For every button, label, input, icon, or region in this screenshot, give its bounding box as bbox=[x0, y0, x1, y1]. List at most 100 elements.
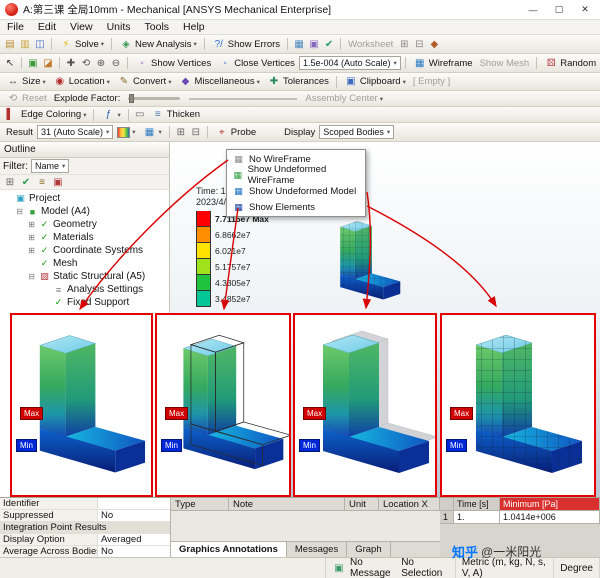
slider-thumb[interactable] bbox=[129, 94, 134, 103]
close-vertices-button[interactable]: ◦ Close Vertices bbox=[215, 56, 298, 71]
min-annotation-icon[interactable]: ⊟ bbox=[189, 125, 203, 140]
assembly-center-button[interactable]: Assembly Center ▾ bbox=[302, 93, 386, 104]
detail-row-identifier[interactable]: Identifier bbox=[0, 498, 170, 510]
column-header-note[interactable]: Note bbox=[229, 498, 345, 510]
expand-icon[interactable]: ⊞ bbox=[27, 233, 36, 242]
result-scale-combo[interactable]: 31 (Auto Scale) ▾ bbox=[37, 125, 113, 139]
miscellaneous-button[interactable]: ◆ Miscellaneous ▾ bbox=[175, 74, 262, 89]
scoped-bodies-combo[interactable]: Scoped Bodies ▾ bbox=[319, 125, 394, 139]
unit-convert-icon[interactable]: ◆ bbox=[427, 37, 441, 52]
selection-info-icon[interactable]: ⊟ bbox=[412, 37, 426, 52]
name-filter-icon[interactable]: ▣ bbox=[51, 175, 65, 190]
menu-item-show-undeformed-model[interactable]: ▦ Show Undeformed Model bbox=[228, 183, 364, 199]
message-status-icon[interactable]: ▣ bbox=[332, 561, 346, 576]
open-file-icon[interactable]: ▥ bbox=[18, 37, 32, 52]
pan-icon[interactable]: ✚ bbox=[64, 56, 78, 71]
contour-style-button[interactable]: ▾ bbox=[114, 127, 138, 138]
tab-graph[interactable]: Graph bbox=[347, 542, 390, 557]
slider-track[interactable] bbox=[189, 98, 297, 100]
show-vertices-button[interactable]: ◦ Show Vertices bbox=[132, 56, 214, 71]
size-button[interactable]: ↔ Size ▾ bbox=[3, 74, 49, 89]
filter-check-icon[interactable]: ✔ bbox=[19, 175, 33, 190]
section-plane-icon[interactable]: ▭ bbox=[133, 107, 147, 122]
viewport-model[interactable] bbox=[320, 210, 408, 312]
expand-icon[interactable]: ⊞ bbox=[27, 246, 36, 255]
direction-fx-button[interactable]: ƒ ▾ bbox=[98, 107, 123, 122]
menu-help[interactable]: Help bbox=[176, 21, 212, 33]
menu-file[interactable]: File bbox=[0, 21, 31, 33]
tree-item-analysis-settings[interactable]: ≡ Analysis Settings bbox=[0, 283, 169, 296]
clipboard-button[interactable]: ▣ Clipboard ▾ bbox=[341, 74, 409, 89]
tree-options-icon[interactable]: ≡ bbox=[35, 175, 49, 190]
minimize-icon[interactable]: — bbox=[523, 2, 543, 17]
tree-item-static-structural[interactable]: ⊟ ▨ Static Structural (A5) bbox=[0, 270, 169, 283]
reset-button[interactable]: ⟲ Reset bbox=[3, 91, 50, 106]
convert-button[interactable]: ✎ Convert ▾ bbox=[114, 74, 175, 89]
close-icon[interactable]: ✕ bbox=[575, 2, 595, 17]
tolerances-button[interactable]: ✚ Tolerances bbox=[264, 74, 332, 89]
detail-row-display-option[interactable]: Display Option Averaged bbox=[0, 534, 170, 546]
geometry-display-button[interactable]: ▦ ▾ bbox=[140, 125, 165, 140]
save-icon[interactable]: ◫ bbox=[33, 37, 47, 52]
table-row[interactable]: 1 1. 1.0414e+006 bbox=[440, 511, 600, 524]
select-face-icon[interactable]: ▣ bbox=[26, 56, 40, 71]
minimum-column-header[interactable]: Minimum [Pa] bbox=[500, 498, 600, 511]
tree-item-model[interactable]: ⊟ ■ Model (A4) bbox=[0, 205, 169, 218]
time-column-header[interactable]: Time [s] bbox=[454, 498, 500, 511]
probe-button[interactable]: ⌖ Probe bbox=[212, 125, 259, 140]
random-colors-button[interactable]: ⚄ Random bbox=[541, 56, 599, 71]
column-header-location-x[interactable]: Location X bbox=[379, 498, 440, 510]
menu-edit[interactable]: Edit bbox=[31, 21, 63, 33]
result-view-undeformed-model[interactable]: Max Min bbox=[293, 313, 437, 497]
worksheet-button[interactable]: Worksheet bbox=[345, 39, 396, 50]
tab-graphics-annotations[interactable]: Graphics Annotations bbox=[171, 542, 287, 557]
expand-icon[interactable]: ⊞ bbox=[27, 220, 36, 229]
tree-item-fixed-support[interactable]: ✓ Fixed Support bbox=[0, 296, 169, 309]
detail-row-suppressed[interactable]: Suppressed No bbox=[0, 510, 170, 522]
tree-item-geometry[interactable]: ⊞ ✓ Geometry bbox=[0, 218, 169, 231]
show-mesh-button[interactable]: Show Mesh bbox=[477, 58, 533, 69]
result-view-show-elements[interactable]: Max Min bbox=[440, 313, 596, 497]
keyframe-icon[interactable]: ⊞ bbox=[397, 37, 411, 52]
tree-item-materials[interactable]: ⊞ ✓ Materials bbox=[0, 231, 169, 244]
new-analysis-button[interactable]: ◈ New Analysis ▾ bbox=[116, 37, 200, 52]
column-header-type[interactable]: Type bbox=[171, 498, 229, 510]
zoom-in-icon[interactable]: ⊕ bbox=[94, 56, 108, 71]
show-errors-button[interactable]: ?/ Show Errors bbox=[209, 37, 283, 52]
status-angle-unit[interactable]: Degree bbox=[554, 558, 600, 578]
wizard-icon[interactable]: ✔ bbox=[322, 37, 336, 52]
cursor-select-icon[interactable]: ↖ bbox=[3, 56, 17, 71]
explode-factor-slider[interactable] bbox=[128, 97, 180, 100]
menu-item-show-undeformed-wireframe[interactable]: ▦ Show Undeformed WireFrame bbox=[228, 167, 364, 183]
menu-view[interactable]: View bbox=[63, 21, 100, 33]
deform-scale-combo[interactable]: 1.5e-004 (Auto Scale) ▾ bbox=[299, 56, 401, 70]
menu-item-show-elements[interactable]: ▦ Show Elements bbox=[228, 199, 364, 215]
zoom-out-icon[interactable]: ⊖ bbox=[109, 56, 123, 71]
menu-units[interactable]: Units bbox=[100, 21, 138, 33]
result-view-no-wireframe[interactable]: Max Min bbox=[10, 313, 153, 497]
solve-button[interactable]: ⚡ Solve ▾ bbox=[56, 37, 107, 52]
collapse-icon[interactable]: ⊟ bbox=[27, 272, 36, 281]
manage-views-icon[interactable]: ▦ bbox=[292, 37, 306, 52]
tags-icon[interactable]: ▣ bbox=[307, 37, 321, 52]
status-units[interactable]: Metric (m, kg, N, s, V, A) bbox=[456, 558, 554, 578]
wireframe-button[interactable]: ▦ Wireframe bbox=[410, 56, 476, 71]
rotate-icon[interactable]: ⟲ bbox=[79, 56, 93, 71]
column-header-unit[interactable]: Unit bbox=[345, 498, 379, 510]
max-annotation-icon[interactable]: ⊞ bbox=[174, 125, 188, 140]
detail-category-integration-point-results[interactable]: Integration Point Results bbox=[0, 522, 170, 534]
tree-item-coordinate-systems[interactable]: ⊞ ✓ Coordinate Systems bbox=[0, 244, 169, 257]
location-button[interactable]: ◉ Location ▾ bbox=[50, 74, 113, 89]
tab-messages[interactable]: Messages bbox=[287, 542, 347, 557]
maximize-icon[interactable]: ▢ bbox=[549, 2, 569, 17]
select-edge-icon[interactable]: ◪ bbox=[41, 56, 55, 71]
tree-item-project[interactable]: ▣ Project bbox=[0, 192, 169, 205]
collapse-icon[interactable]: ⊟ bbox=[15, 207, 24, 216]
thicken-button[interactable]: ≡ Thicken bbox=[148, 107, 203, 122]
menu-tools[interactable]: Tools bbox=[138, 21, 177, 33]
edge-coloring-button[interactable]: Edge Coloring ▾ bbox=[18, 109, 89, 120]
filter-combo[interactable]: Name ▾ bbox=[31, 159, 69, 173]
result-view-undeformed-wireframe[interactable]: Max Min bbox=[155, 313, 291, 497]
expand-all-icon[interactable]: ⊞ bbox=[3, 175, 17, 190]
tree-item-mesh[interactable]: ✓ Mesh bbox=[0, 257, 169, 270]
